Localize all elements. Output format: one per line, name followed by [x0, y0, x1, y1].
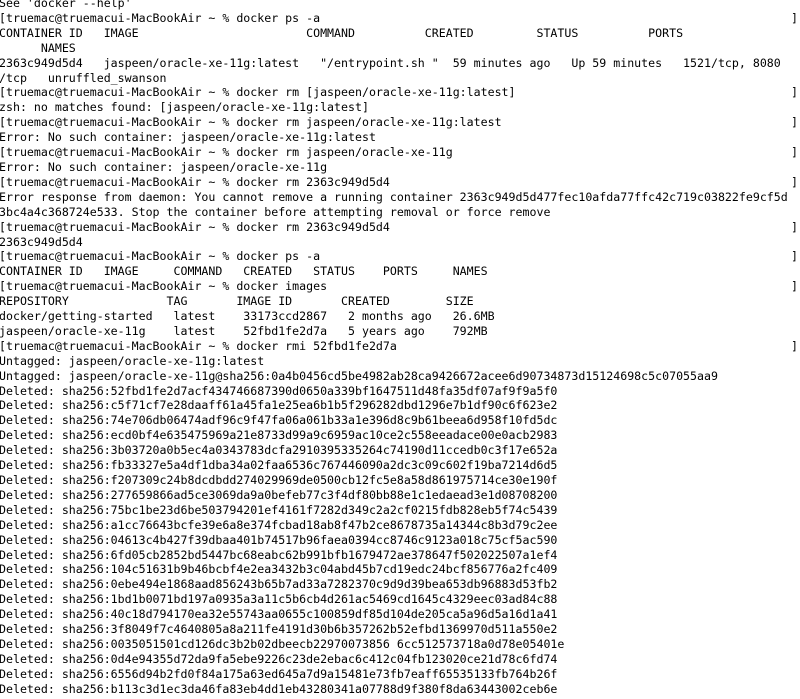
terminal-line-text: Deleted: sha256:75bc1be23d6be503794201ef…: [0, 502, 558, 517]
terminal-output-line: Untagged: jaspeen/oracle-xe-11g:latest: [0, 354, 800, 369]
terminal-output-line: Error response from daemon: You cannot r…: [0, 190, 800, 205]
terminal-output-line: 3bc4a4c368724e533. Stop the container be…: [0, 205, 800, 220]
terminal-line-text: Deleted: sha256:c5f71cf7e28daaff61a45fa1…: [0, 398, 558, 413]
terminal-line-text: Deleted: sha256:a1cc76643bcfe39e6a8e374f…: [0, 517, 558, 532]
terminal-line-text: 2363c949d5d4: [0, 234, 83, 249]
terminal-output-line: Deleted: sha256:b113c3d1ec3da46fa83eb4dd…: [0, 682, 800, 697]
terminal-prompt-line: [truemac@truemacui-MacBookAir ~ % docker…: [0, 175, 800, 190]
terminal-output-line: 2363c949d5d4 jaspeen/oracle-xe-11g:lates…: [0, 56, 800, 71]
terminal-prompt-line: [truemac@truemacui-MacBookAir ~ % docker…: [0, 220, 800, 235]
terminal-line-text: Deleted: sha256:1bd1b0071bd197a0935a3a11…: [0, 592, 558, 607]
terminal-output-line: Deleted: sha256:104c51631b9b46bcbf4e2ea3…: [0, 562, 800, 577]
terminal-line-text: Deleted: sha256:f207309c24b8dcdbdd274029…: [0, 473, 558, 487]
terminal-line-text: Error response from daemon: You cannot r…: [0, 189, 788, 204]
terminal-line-text: Deleted: sha256:3f8049f7c4640805a8a211fe…: [0, 622, 558, 637]
terminal-window[interactable]: See 'docker --help' [truemac@truemacui-Ma…: [0, 0, 800, 699]
terminal-output-line: Deleted: sha256:74e706db06474adf96c9f47f…: [0, 413, 800, 428]
terminal-line-text: [truemac@truemacui-MacBookAir ~ % docker…: [0, 249, 321, 264]
terminal-line-text: REPOSITORY TAG IMAGE ID CREATED SIZE: [0, 294, 474, 309]
terminal-output-line: Deleted: sha256:6fd05cb2852bd5447bc68eab…: [0, 548, 800, 563]
terminal-line-text: Error: No such container: jaspeen/oracle…: [0, 159, 328, 174]
terminal-line-text: Deleted: sha256:6fd05cb2852bd5447bc68eab…: [0, 547, 558, 562]
terminal-output-line: Deleted: sha256:0ebe494e1868aad856243b65…: [0, 577, 800, 592]
terminal-line-text: Deleted: sha256:74e706db06474adf96c9f47f…: [0, 413, 558, 428]
terminal-prompt-line: [truemac@truemacui-MacBookAir ~ % docker…: [0, 85, 800, 100]
terminal-prompt-line: [truemac@truemacui-MacBookAir ~ % docker…: [0, 145, 800, 160]
terminal-output-line: Deleted: sha256:04613c4b427f39dbaa401b74…: [0, 533, 800, 548]
terminal-line-text: 3bc4a4c368724e533. Stop the container be…: [0, 204, 551, 219]
terminal-line-text: CONTAINER ID IMAGE COMMAND CREATED STATU…: [0, 264, 488, 279]
terminal-output-line: docker/getting-started latest 33173ccd28…: [0, 309, 800, 324]
terminal-line-text: Untagged: jaspeen/oracle-xe-11g@sha256:0…: [0, 368, 718, 383]
terminal-line-text: [truemac@truemacui-MacBookAir ~ % docker…: [0, 115, 502, 130]
terminal-line-text: Deleted: sha256:104c51631b9b46bcbf4e2ea3…: [0, 562, 558, 577]
terminal-output-line: jaspeen/oracle-xe-11g latest 52fbd1fe2d7…: [0, 324, 800, 339]
terminal-line-text: jaspeen/oracle-xe-11g latest 52fbd1fe2d7…: [0, 323, 488, 338]
terminal-line-text: [truemac@truemacui-MacBookAir ~ % docker…: [0, 85, 516, 100]
terminal-prompt-line: [truemac@truemacui-MacBookAir ~ % docker…: [0, 339, 800, 354]
terminal-output-line: Deleted: sha256:277659866ad5ce3069da9a0b…: [0, 488, 800, 503]
terminal-output-line: Deleted: sha256:a1cc76643bcfe39e6a8e374f…: [0, 518, 800, 533]
terminal-line-text: Deleted: sha256:04613c4b427f39dbaa401b74…: [0, 532, 558, 547]
terminal-output-line: Deleted: sha256:6556d94b2fd0f84a175a63ed…: [0, 667, 800, 682]
terminal-line-text: zsh: no matches found: [jaspeen/oracle-x…: [0, 100, 369, 115]
terminal-output-line: REPOSITORY TAG IMAGE ID CREATED SIZE: [0, 294, 800, 309]
terminal-output-line: Deleted: sha256:3b03720a0b5ec4a0343783dc…: [0, 443, 800, 458]
terminal-prompt-line: [truemac@truemacui-MacBookAir ~ % docker…: [0, 115, 800, 130]
terminal-line-text: [truemac@truemacui-MacBookAir ~ % docker…: [0, 10, 321, 25]
terminal-scrollback-buffer[interactable]: See 'docker --help' [truemac@truemacui-Ma…: [0, 0, 800, 699]
terminal-line-text: Deleted: sha256:52fbd1fe2d7acf4347466873…: [0, 383, 558, 398]
terminal-line-text: [truemac@truemacui-MacBookAir ~ % docker…: [0, 145, 453, 160]
terminal-line-text: Deleted: sha256:40c18d794170ea32e55743aa…: [0, 607, 558, 622]
terminal-line-text: Deleted: sha256:277659866ad5ce3069da9a0b…: [0, 487, 558, 502]
terminal-line-text: Error: No such container: jaspeen/oracle…: [0, 130, 376, 145]
terminal-line-text: Deleted: sha256:0d4e94355d72da9fa5ebe922…: [0, 651, 558, 666]
terminal-output-line: Deleted: sha256:f207309c24b8dcdbdd274029…: [0, 473, 800, 488]
terminal-prompt-line: [truemac@truemacui-MacBookAir ~ % docker…: [0, 279, 800, 294]
terminal-line-text: See 'docker --help': [0, 0, 132, 10]
terminal-line-text: Deleted: sha256:ecd0bf4e635475969a21e873…: [0, 428, 558, 443]
terminal-line-text: Deleted: sha256:0035051501cd126dc3b2b02d…: [0, 636, 565, 651]
terminal-line-text: /tcp unruffled_swanson: [0, 70, 167, 85]
terminal-line-text: [truemac@truemacui-MacBookAir ~ % docker…: [0, 279, 328, 294]
terminal-prompt-line: [truemac@truemacui-MacBookAir ~ % docker…: [0, 11, 800, 26]
terminal-line-text: [truemac@truemacui-MacBookAir ~ % docker…: [0, 219, 390, 234]
terminal-output-line: CONTAINER ID IMAGE COMMAND CREATED STATU…: [0, 26, 800, 41]
terminal-line-text: NAMES: [0, 40, 76, 55]
terminal-output-line: Deleted: sha256:0035051501cd126dc3b2b02d…: [0, 637, 800, 652]
terminal-output-line: Deleted: sha256:52fbd1fe2d7acf4347466873…: [0, 384, 800, 399]
terminal-output-line: Deleted: sha256:1bd1b0071bd197a0935a3a11…: [0, 592, 800, 607]
terminal-line-text: Deleted: sha256:0ebe494e1868aad856243b65…: [0, 577, 558, 592]
terminal-line-text: [truemac@truemacui-MacBookAir ~ % docker…: [0, 174, 390, 189]
terminal-output-line: Deleted: sha256:75bc1be23d6be503794201ef…: [0, 503, 800, 518]
terminal-line-text: docker/getting-started latest 33173ccd28…: [0, 309, 495, 324]
terminal-output-line: 2363c949d5d4: [0, 235, 800, 250]
terminal-line-text: CONTAINER ID IMAGE COMMAND CREATED STATU…: [0, 25, 684, 40]
terminal-output-line: NAMES: [0, 41, 800, 56]
terminal-line-text: [truemac@truemacui-MacBookAir ~ % docker…: [0, 338, 397, 353]
terminal-output-line: /tcp unruffled_swanson: [0, 71, 800, 86]
terminal-output-line: Deleted: sha256:40c18d794170ea32e55743aa…: [0, 607, 800, 622]
terminal-prompt-line: [truemac@truemacui-MacBookAir ~ % docker…: [0, 249, 800, 264]
terminal-output-line: zsh: no matches found: [jaspeen/oracle-x…: [0, 100, 800, 115]
terminal-line-text: Deleted: sha256:fb33327e5a4df1dba34a02fa…: [0, 458, 558, 473]
terminal-line-text: Deleted: sha256:6556d94b2fd0f84a175a63ed…: [0, 666, 558, 681]
terminal-output-line: Deleted: sha256:ecd0bf4e635475969a21e873…: [0, 428, 800, 443]
terminal-line-text: Deleted: sha256:3b03720a0b5ec4a0343783dc…: [0, 443, 558, 458]
terminal-output-line: Deleted: sha256:fb33327e5a4df1dba34a02fa…: [0, 458, 800, 473]
terminal-output-line: Error: No such container: jaspeen/oracle…: [0, 130, 800, 145]
terminal-output-line: CONTAINER ID IMAGE COMMAND CREATED STATU…: [0, 264, 800, 279]
terminal-line-text: Untagged: jaspeen/oracle-xe-11g:latest: [0, 353, 265, 368]
terminal-output-line: Error: No such container: jaspeen/oracle…: [0, 160, 800, 175]
terminal-output-line: Deleted: sha256:3f8049f7c4640805a8a211fe…: [0, 622, 800, 637]
terminal-output-line: Untagged: jaspeen/oracle-xe-11g@sha256:0…: [0, 369, 800, 384]
terminal-output-line: See 'docker --help': [0, 0, 800, 11]
terminal-line-text: 2363c949d5d4 jaspeen/oracle-xe-11g:lates…: [0, 55, 781, 70]
terminal-output-line: Deleted: sha256:0d4e94355d72da9fa5ebe922…: [0, 652, 800, 667]
terminal-output-line: Deleted: sha256:c5f71cf7e28daaff61a45fa1…: [0, 398, 800, 413]
terminal-line-text: Deleted: sha256:b113c3d1ec3da46fa83eb4dd…: [0, 681, 558, 696]
